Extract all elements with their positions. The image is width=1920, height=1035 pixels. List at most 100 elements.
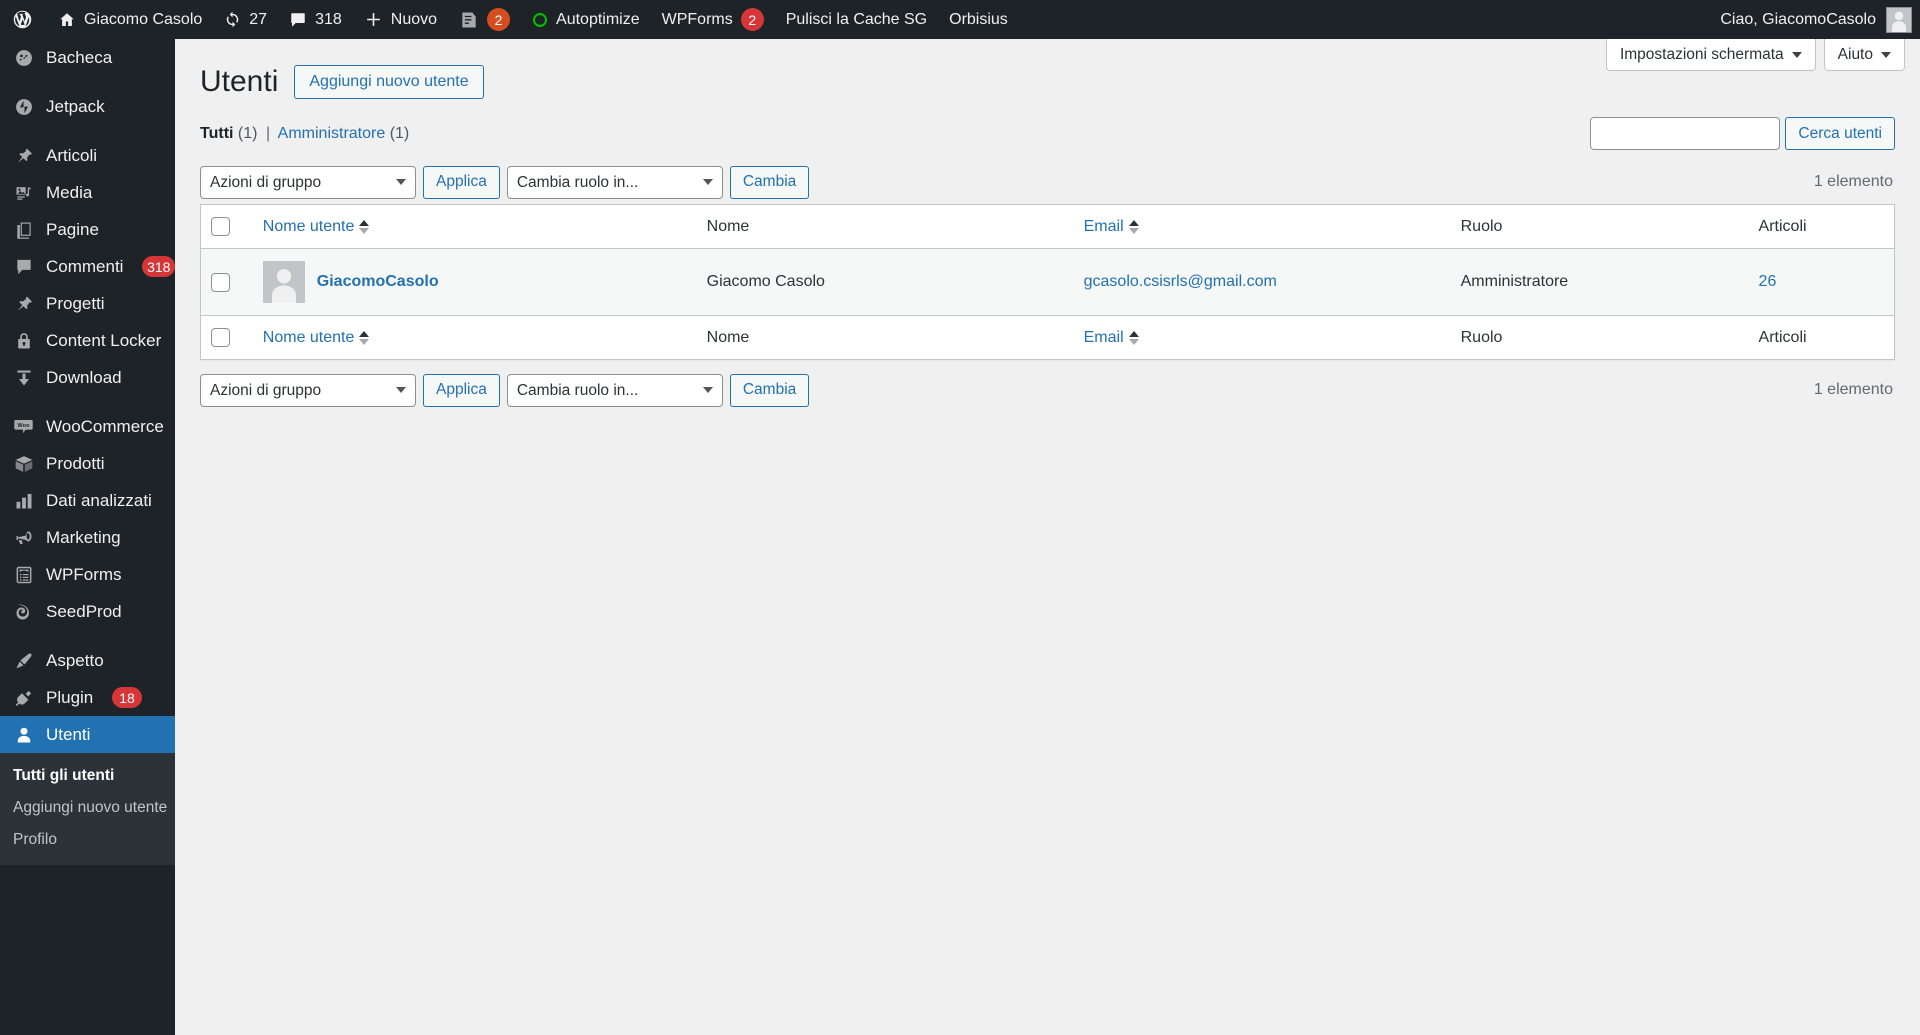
utenti-submenu: Tutti gli utenti Aggiungi nuovo utente Pro…	[0, 753, 175, 865]
sidebar-item-progetti[interactable]: Progetti	[0, 285, 175, 322]
sidebar-item-plugin[interactable]: Plugin 18	[0, 679, 175, 716]
apply-bulk-action-button-top[interactable]: Applica	[423, 165, 500, 199]
sidebar-item-utenti[interactable]: Utenti	[0, 716, 175, 753]
products-box-icon	[13, 453, 34, 474]
autoptimize-menu[interactable]: Autoptimize	[521, 0, 651, 39]
download-icon	[13, 367, 34, 388]
filter-administrator-count: (1)	[389, 124, 410, 142]
sidebar-item-label: Media	[46, 182, 93, 202]
sidebar-separator	[0, 396, 175, 408]
bulk-actions-bottom: Azioni di gruppo Applica Cambia ruolo in…	[200, 373, 810, 407]
change-role-button-bottom[interactable]: Cambia	[729, 373, 810, 407]
sidebar-item-wpforms[interactable]: WPForms	[0, 556, 175, 593]
circle-icon	[532, 12, 548, 28]
orbisius-menu[interactable]: Orbisius	[938, 0, 1019, 39]
select-all-header	[200, 204, 253, 249]
sort-by-email-link-top[interactable]: Email	[1084, 218, 1139, 236]
site-name-label: Giacomo Casolo	[84, 10, 203, 28]
my-account-menu[interactable]: Ciao, GiacomoCasolo	[1720, 6, 1920, 33]
submenu-item-2[interactable]: Profilo	[0, 824, 175, 856]
sidebar-item-jetpack[interactable]: Jetpack	[0, 88, 175, 125]
sidebar-item-marketing[interactable]: Marketing	[0, 519, 175, 556]
apply-bulk-action-button-bottom[interactable]: Applica	[423, 373, 500, 407]
sort-by-username-link-top[interactable]: Nome utente	[263, 218, 370, 236]
pin-icon	[13, 145, 34, 166]
sidebar-item-pagine[interactable]: Pagine	[0, 211, 175, 248]
sidebar-item-seedprod[interactable]: SeedProd	[0, 593, 175, 630]
sort-arrows-icon	[1128, 330, 1139, 345]
users-table-head: Nome utente Nome Email Ruolo Articoli	[200, 204, 1895, 249]
comments-menu[interactable]: 318	[278, 0, 353, 39]
sidebar-item-content-locker[interactable]: Content Locker	[0, 322, 175, 359]
bulk-action-select-wrap-bottom: Azioni di gruppo	[200, 373, 416, 407]
new-content-menu[interactable]: Nuovo	[353, 0, 448, 39]
wordpress-logo-menu[interactable]	[0, 0, 47, 39]
analytics-bars-icon	[13, 490, 34, 511]
sidebar-separator	[0, 630, 175, 642]
comments-count: 318	[315, 10, 342, 28]
pages-icon	[13, 219, 34, 240]
search-input[interactable]	[1590, 117, 1781, 150]
sidebar-item-download[interactable]: Download	[0, 359, 175, 396]
change-role-button-top[interactable]: Cambia	[729, 165, 810, 199]
sidebar-item-aspetto[interactable]: Aspetto	[0, 642, 175, 679]
row-checkbox[interactable]	[211, 272, 230, 292]
posts-count-link[interactable]: 26	[1759, 273, 1777, 290]
row-role-cell: Amministratore	[1460, 273, 1569, 290]
sidebar-separator	[0, 125, 175, 137]
column-label-email: Email	[1083, 217, 1124, 235]
change-role-select-bottom[interactable]: Cambia ruolo in...	[506, 373, 723, 407]
select-all-checkbox-top[interactable]	[211, 217, 230, 236]
sg-cache-label: Pulisci la Cache SG	[785, 10, 928, 28]
filter-all-label[interactable]: Tutti	[200, 125, 233, 142]
add-new-user-button[interactable]: Aggiungi nuovo utente	[294, 64, 484, 99]
sort-arrows-icon	[359, 330, 370, 345]
submenu-item-1[interactable]: Aggiungi nuovo utente	[0, 792, 175, 824]
screen-options-label: Impostazioni schermata	[1619, 45, 1784, 63]
sidebar-item-woocommerce[interactable]: Woo WooCommerce	[0, 408, 175, 445]
sidebar-item-label: Jetpack	[46, 96, 105, 116]
username-link[interactable]: GiacomoCasolo	[317, 273, 439, 291]
sort-by-username-link-bottom[interactable]: Nome utente	[263, 329, 370, 347]
yoast-seo-menu[interactable]: 2	[448, 0, 521, 39]
sidebar-item-badge: 18	[112, 687, 142, 708]
select-all-checkbox-bottom[interactable]	[211, 328, 230, 347]
submenu-item-0[interactable]: Tutti gli utenti	[0, 760, 175, 792]
filter-administrator-link[interactable]: Amministratore	[278, 125, 386, 142]
column-label-username: Nome utente	[262, 328, 355, 346]
sort-arrows-icon	[359, 219, 370, 234]
row-name-cell: Giacomo Casolo	[706, 273, 825, 290]
sort-by-email-link-bottom[interactable]: Email	[1084, 329, 1139, 347]
bulk-action-select-top[interactable]: Azioni di gruppo	[200, 165, 416, 199]
wpforms-label: WPForms	[661, 10, 733, 28]
help-label: Aiuto	[1837, 45, 1873, 63]
updates-menu[interactable]: 27	[213, 0, 278, 39]
bulk-action-select-bottom[interactable]: Azioni di gruppo	[200, 373, 416, 407]
yoast-badge: 2	[487, 8, 511, 31]
change-role-select-top[interactable]: Cambia ruolo in...	[506, 165, 723, 199]
search-users-button[interactable]: Cerca utenti	[1785, 117, 1895, 150]
avatar	[262, 261, 305, 303]
admin-sidebar-menu: Bacheca Jetpack Articoli Media Pagine Comment…	[0, 39, 175, 1035]
sidebar-item-label: Commenti	[46, 256, 124, 276]
column-label-email: Email	[1083, 328, 1124, 346]
sidebar-item-label: WPForms	[46, 564, 122, 584]
sidebar-item-prodotti[interactable]: Prodotti	[0, 445, 175, 482]
sg-cache-menu[interactable]: Pulisci la Cache SG	[775, 0, 938, 39]
sidebar-item-media[interactable]: Media	[0, 174, 175, 211]
sidebar-item-commenti[interactable]: Commenti 318	[0, 248, 175, 285]
help-button[interactable]: Aiuto	[1823, 39, 1905, 71]
sidebar-item-label: Plugin	[46, 687, 94, 707]
wpforms-menu[interactable]: WPForms 2	[651, 0, 775, 39]
email-link[interactable]: gcasolo.csisrls@gmail.com	[1084, 273, 1277, 290]
sidebar-item-dati-analizzati[interactable]: Dati analizzati	[0, 482, 175, 519]
screen-options-button[interactable]: Impostazioni schermata	[1605, 39, 1816, 71]
wordpress-icon	[12, 9, 33, 30]
user-icon	[13, 724, 34, 745]
sidebar-item-bacheca[interactable]: Bacheca	[0, 39, 175, 76]
site-name-menu[interactable]: Giacomo Casolo	[47, 0, 213, 39]
main-content-area: Impostazioni schermata Aiuto Utenti Aggi…	[175, 39, 1920, 1035]
wpforms-badge: 2	[740, 8, 764, 31]
sidebar-item-articoli[interactable]: Articoli	[0, 137, 175, 174]
users-table-body: GiacomoCasolo Giacomo Casolo gcasolo.csi…	[200, 248, 1895, 316]
